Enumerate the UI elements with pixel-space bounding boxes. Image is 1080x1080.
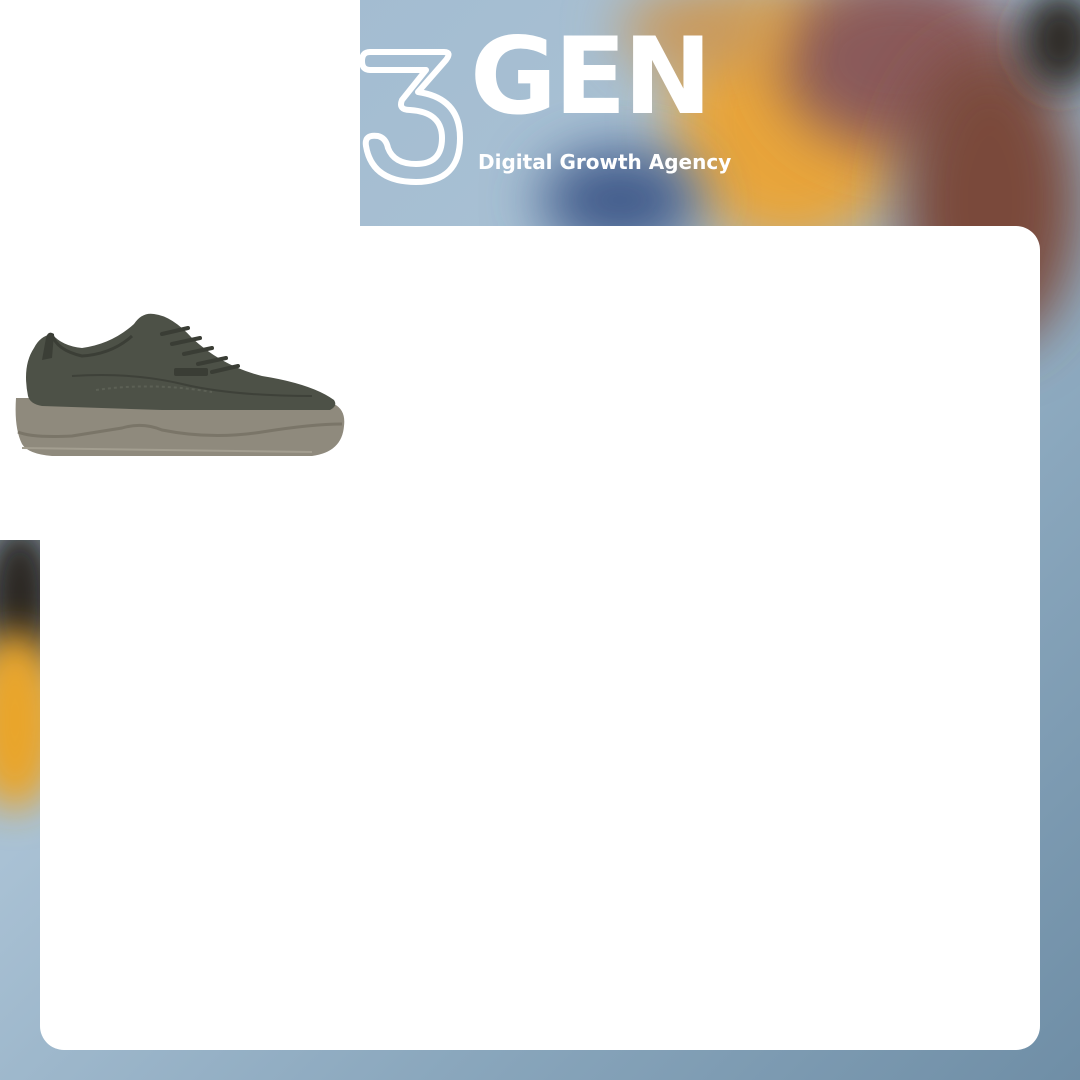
ad-canvas: GEN Digital Growth Agency (0, 0, 1080, 1080)
sneaker-image (15, 313, 345, 456)
logo-wordmark: GEN (470, 15, 712, 138)
white-mask-top-left (0, 0, 360, 226)
agency-logo: GEN Digital Growth Agency (360, 24, 732, 188)
stylized-3-logo-icon (360, 49, 463, 185)
logo-tagline: Digital Growth Agency (478, 150, 732, 174)
